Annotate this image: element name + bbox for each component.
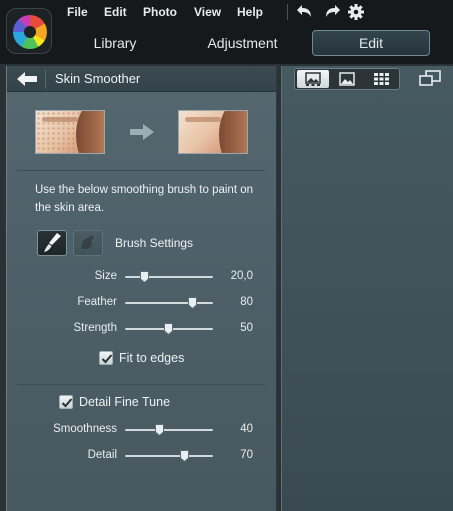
smoothness-value: 40 <box>240 423 253 435</box>
grid-icon <box>374 73 389 85</box>
feather-value: 80 <box>240 296 253 308</box>
tab-edit[interactable]: Edit <box>312 30 430 56</box>
image-list-icon <box>305 72 321 86</box>
brush-settings-label: Brush Settings <box>115 236 194 250</box>
fit-to-edges-checkbox[interactable] <box>99 351 113 365</box>
menu-view[interactable]: View <box>194 3 221 21</box>
single-view-button[interactable] <box>297 70 329 88</box>
checkmark-icon <box>101 354 113 364</box>
view-mode-group <box>294 68 400 90</box>
detail-value: 70 <box>240 449 253 461</box>
instruction-text: Use the below smoothing brush to paint o… <box>35 184 253 214</box>
size-value: 20,0 <box>230 270 253 282</box>
detail-fine-tune-label[interactable]: Detail Fine Tune <box>79 395 170 409</box>
tab-adjustment[interactable]: Adjustment <box>195 30 290 56</box>
size-slider-thumb[interactable] <box>140 271 149 283</box>
menu-photo[interactable]: Photo <box>143 3 177 21</box>
top-bar: File Edit Photo View Help Library Adjust… <box>0 0 453 64</box>
menu-help[interactable]: Help <box>237 3 263 21</box>
panel-title: Skin Smoother <box>55 71 141 86</box>
eraser-brush-icon <box>81 235 94 249</box>
compare-icon <box>419 70 441 86</box>
menu-file[interactable]: File <box>67 3 88 21</box>
image-icon <box>339 72 355 86</box>
after-thumbnail <box>178 110 248 154</box>
feather-slider-thumb[interactable] <box>188 297 197 309</box>
detail-fine-tune-checkbox[interactable] <box>59 395 73 409</box>
before-thumbnail <box>35 110 105 154</box>
canvas-area <box>281 66 453 511</box>
full-view-button[interactable] <box>331 70 363 88</box>
smoothness-slider-track[interactable] <box>125 429 213 431</box>
size-slider-track[interactable] <box>125 276 213 278</box>
smoothness-label: Smoothness <box>53 423 117 435</box>
checkmark-icon <box>61 398 73 408</box>
brush-icon <box>44 233 61 252</box>
detail-label: Detail <box>87 449 117 461</box>
undo-icon[interactable] <box>296 2 316 22</box>
feather-label: Feather <box>77 296 117 308</box>
detail-slider-track[interactable] <box>125 455 213 457</box>
strength-label: Strength <box>73 322 117 334</box>
strength-value: 50 <box>240 322 253 334</box>
panel-header: Skin Smoother <box>7 66 276 92</box>
strength-slider-thumb[interactable] <box>164 323 173 335</box>
tab-library[interactable]: Library <box>70 30 160 56</box>
redo-icon[interactable] <box>321 2 341 22</box>
arrow-right-icon <box>130 124 154 140</box>
settings-gear-icon[interactable] <box>346 2 366 22</box>
fit-to-edges-label[interactable]: Fit to edges <box>119 351 184 365</box>
compare-view-button[interactable] <box>418 68 442 88</box>
back-arrow-icon[interactable] <box>15 70 41 88</box>
smoothing-brush-button[interactable] <box>37 230 67 256</box>
menu-divider <box>287 4 288 20</box>
size-label: Size <box>94 270 117 282</box>
section-divider <box>17 384 265 385</box>
smoothness-slider-thumb[interactable] <box>155 424 164 436</box>
section-divider <box>17 170 265 171</box>
skin-smoother-panel: Skin Smoother Use the below smoothing br… <box>6 66 277 511</box>
feather-slider-track[interactable] <box>125 302 213 304</box>
app-logo[interactable] <box>6 8 52 54</box>
eraser-brush-button[interactable] <box>73 230 103 256</box>
grid-view-button[interactable] <box>365 70 397 88</box>
menu-edit[interactable]: Edit <box>104 3 127 21</box>
detail-slider-thumb[interactable] <box>180 450 189 462</box>
